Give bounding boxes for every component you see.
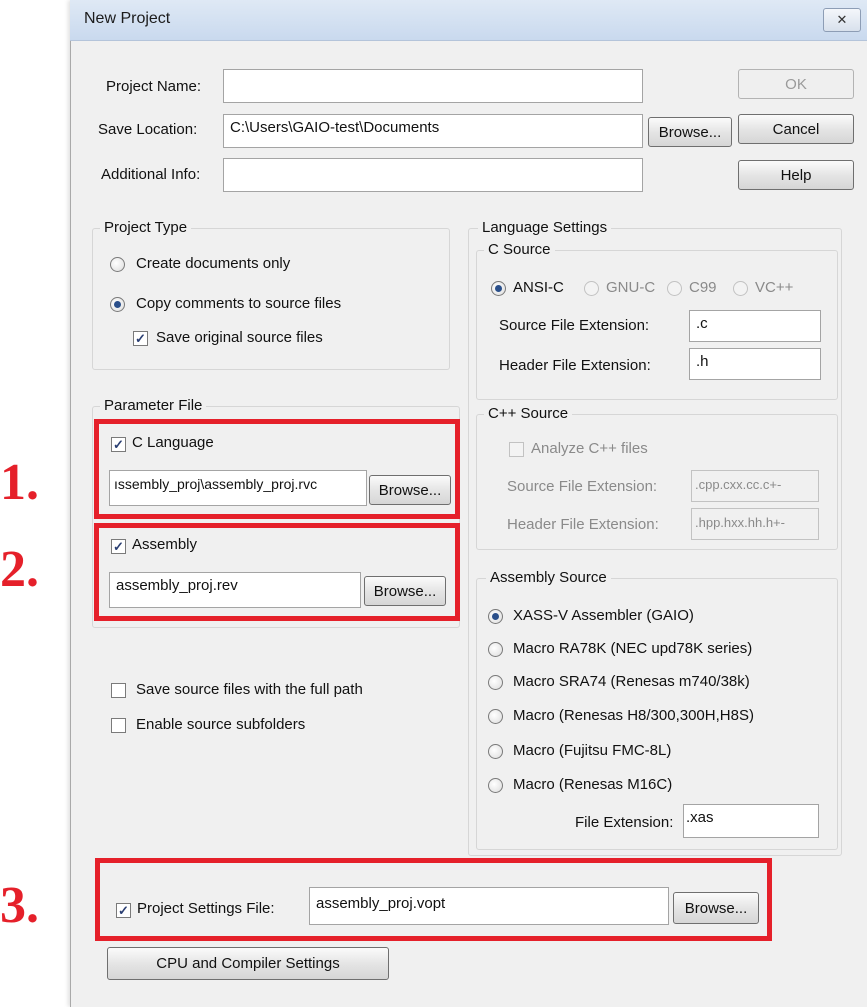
cpp-source-ext-input[interactable]: .cpp.cxx.cc.c+- [691,470,819,502]
assembly-source-title: Assembly Source [486,569,611,586]
ansi-c-label: ANSI-C [513,279,564,296]
project-type-title: Project Type [100,219,192,236]
cpu-compiler-settings-button[interactable]: CPU and Compiler Settings [107,947,389,980]
vcpp-label: VC++ [755,279,794,296]
cpp-header-ext-input[interactable]: .hpp.hxx.hh.h+- [691,508,819,540]
sra74-radio[interactable] [488,675,503,690]
c99-radio[interactable] [667,281,682,296]
cpp-source-ext-label: Source File Extension: [507,478,658,495]
full-path-label: Save source files with the full path [136,681,363,698]
annotation-box-3 [95,858,772,941]
ra78k-label: Macro RA78K (NEC upd78K series) [513,640,753,657]
copy-comments-radio[interactable] [110,297,125,312]
cancel-button[interactable]: Cancel [738,114,854,144]
c-source-title: C Source [484,241,555,258]
ansi-c-radio[interactable] [491,281,506,296]
subfolders-checkbox[interactable] [111,718,126,733]
save-location-input[interactable]: C:\Users\GAIO-test\Documents [223,114,643,148]
c-header-ext-input[interactable]: .h [689,348,821,380]
save-location-browse-button[interactable]: Browse... [648,117,732,147]
sra74-label: Macro SRA74 (Renesas m740/38k) [513,673,750,690]
additional-info-input[interactable] [223,158,643,192]
close-button[interactable]: ✕ [823,8,861,32]
additional-info-label: Additional Info: [101,166,201,183]
parameter-file-title: Parameter File [100,397,207,414]
xass-label: XASS-V Assembler (GAIO) [513,607,694,624]
c99-label: C99 [689,279,717,296]
copy-comments-label: Copy comments to source files [136,295,342,312]
annotation-number-1: 1. [0,454,39,511]
save-location-label: Save Location: [98,121,198,138]
fmc8l-radio[interactable] [488,744,503,759]
ra78k-radio[interactable] [488,642,503,657]
project-name-label: Project Name: [106,78,202,95]
xass-radio[interactable] [488,609,503,624]
m16c-label: Macro (Renesas M16C) [513,776,673,793]
language-settings-title: Language Settings [478,219,612,236]
gnu-c-label: GNU-C [606,279,656,296]
title-bar: New Project ✕ [70,0,867,41]
annotation-number-3: 3. [0,877,39,934]
asm-file-ext-label: File Extension: [575,814,674,831]
full-path-checkbox[interactable] [111,683,126,698]
c-source-ext-label: Source File Extension: [499,317,650,334]
c-header-ext-label: Header File Extension: [499,357,651,374]
window-title: New Project [84,10,171,27]
analyze-cpp-checkbox[interactable] [509,442,524,457]
c-source-ext-input[interactable]: .c [689,310,821,342]
h8-label: Macro (Renesas H8/300,300H,H8S) [513,707,754,724]
subfolders-label: Enable source subfolders [136,716,306,733]
asm-file-ext-input[interactable]: .xas [683,804,819,838]
annotation-box-1 [94,419,460,519]
cpp-source-title: C++ Source [484,405,573,422]
m16c-radio[interactable] [488,778,503,793]
project-name-input[interactable] [223,69,643,103]
save-original-checkbox[interactable]: ✓ [133,331,148,346]
gnu-c-radio[interactable] [584,281,599,296]
help-button[interactable]: Help [738,160,854,190]
annotation-box-2 [94,523,460,621]
ok-button[interactable]: OK [738,69,854,99]
fmc8l-label: Macro (Fujitsu FMC-8L) [513,742,672,759]
create-documents-radio[interactable] [110,257,125,272]
h8-radio[interactable] [488,709,503,724]
create-documents-label: Create documents only [136,255,291,272]
save-original-label: Save original source files [156,329,323,346]
cpp-header-ext-label: Header File Extension: [507,516,659,533]
vcpp-radio[interactable] [733,281,748,296]
annotation-number-2: 2. [0,541,39,598]
analyze-cpp-label: Analyze C++ files [531,440,648,457]
